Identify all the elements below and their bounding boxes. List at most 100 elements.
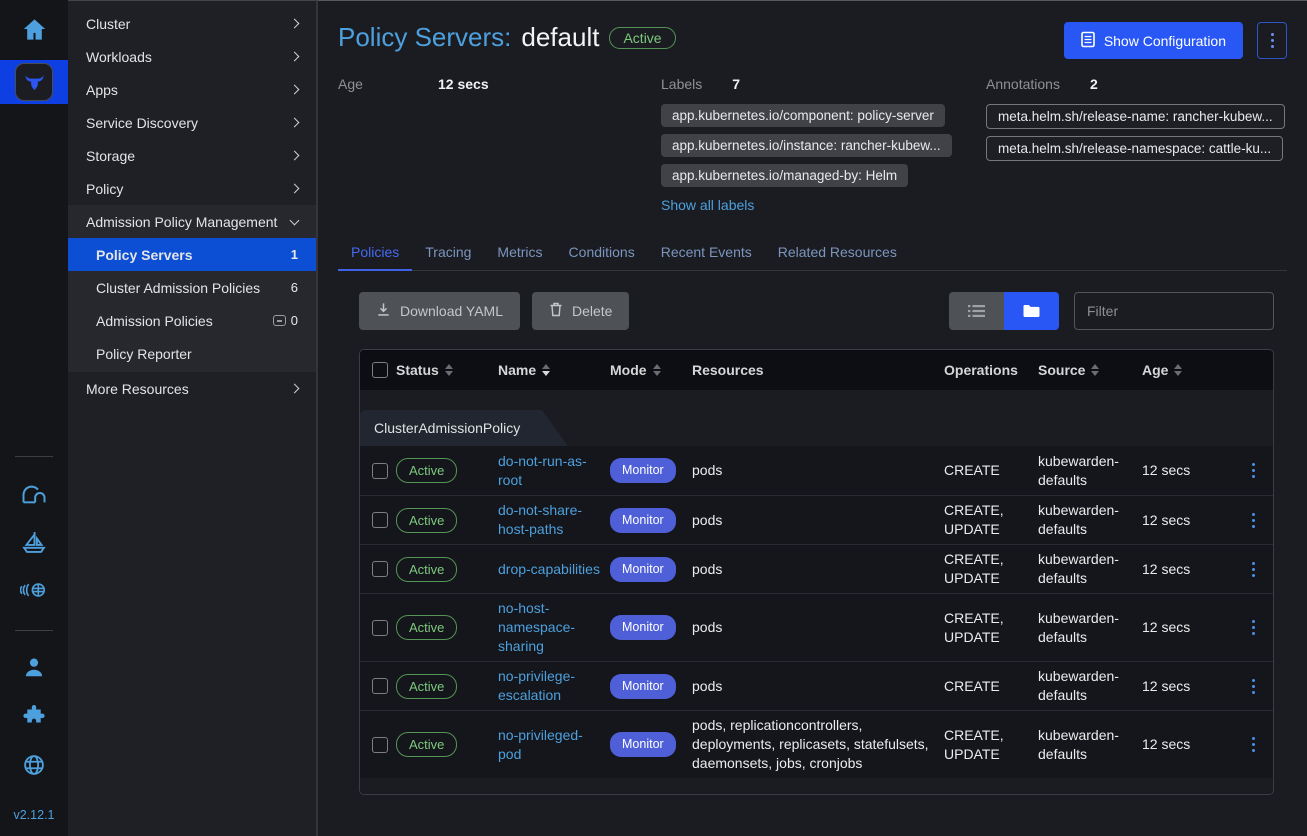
chevron-right-icon: [290, 118, 300, 128]
header-actions: Show Configuration: [1064, 22, 1287, 59]
operations-cell: CREATE: [944, 677, 1038, 696]
sidebar-item-policy-reporter[interactable]: Policy Reporter: [68, 337, 316, 370]
row-checkbox[interactable]: [372, 678, 388, 694]
row-checkbox[interactable]: [372, 561, 388, 577]
policy-name-link[interactable]: no-host-namespace-sharing: [498, 599, 610, 656]
row-actions-kebab[interactable]: [1234, 562, 1272, 577]
sidebar-item-cluster[interactable]: Cluster: [68, 7, 316, 40]
operations-cell: CREATE, UPDATE: [944, 609, 1038, 647]
tab-metrics[interactable]: Metrics: [484, 235, 555, 270]
source-cell: kubewarden-defaults: [1038, 550, 1142, 588]
sidebar-item-apps[interactable]: Apps: [68, 73, 316, 106]
tab-related-resources[interactable]: Related Resources: [765, 235, 910, 270]
sidebar-nav: Cluster Workloads Apps Service Discovery…: [68, 0, 318, 836]
show-configuration-button[interactable]: Show Configuration: [1064, 22, 1243, 59]
policy-name-link[interactable]: no-privileged-pod: [498, 726, 610, 764]
row-status-badge: Active: [396, 674, 457, 699]
column-header-source[interactable]: Source: [1038, 362, 1142, 378]
count-badge: 1: [291, 247, 298, 262]
sidebar-item-policy[interactable]: Policy: [68, 172, 316, 205]
row-actions-kebab[interactable]: [1234, 513, 1272, 528]
trash-icon: [549, 302, 563, 320]
row-checkbox[interactable]: [372, 463, 388, 479]
delete-button[interactable]: Delete: [532, 292, 629, 330]
grouped-view-icon[interactable]: [1004, 292, 1059, 330]
mode-badge: Monitor: [610, 458, 676, 483]
filter-input[interactable]: [1074, 292, 1274, 330]
age-cell: 12 secs: [1142, 511, 1234, 530]
column-header-name[interactable]: Name: [498, 362, 610, 378]
sidebar-item-storage[interactable]: Storage: [68, 139, 316, 172]
show-all-labels-link[interactable]: Show all labels: [661, 197, 754, 213]
policy-name-link[interactable]: no-privilege-escalation: [498, 667, 610, 705]
detail-summary: Age 12 secs Labels 7 app.kubernetes.io/c…: [338, 76, 1287, 215]
cluster-rancher-icon[interactable]: [20, 480, 48, 511]
row-checkbox[interactable]: [372, 512, 388, 528]
resources-cell: pods: [692, 511, 944, 530]
row-actions-kebab[interactable]: [1234, 463, 1272, 478]
sidebar-item-cluster-admission-policies[interactable]: Cluster Admission Policies 6: [68, 271, 316, 304]
cluster-swirl-icon[interactable]: [20, 578, 48, 607]
source-cell: kubewarden-defaults: [1038, 501, 1142, 539]
select-all-checkbox[interactable]: [372, 362, 388, 378]
sidebar-item-workloads[interactable]: Workloads: [68, 40, 316, 73]
sidebar-item-more-resources[interactable]: More Resources: [68, 372, 316, 405]
label-chip: app.kubernetes.io/instance: rancher-kube…: [661, 134, 952, 157]
cluster-harvester-icon[interactable]: [20, 529, 48, 560]
operations-cell: CREATE, UPDATE: [944, 726, 1038, 764]
row-checkbox[interactable]: [372, 620, 388, 636]
tab-policies[interactable]: Policies: [338, 235, 412, 270]
language-globe-icon[interactable]: [21, 752, 47, 783]
sidebar-item-service-discovery[interactable]: Service Discovery: [68, 106, 316, 139]
sidebar-item-policy-servers[interactable]: Policy Servers 1: [68, 238, 316, 271]
policy-name-link[interactable]: do-not-run-as-root: [498, 452, 610, 490]
operations-cell: CREATE, UPDATE: [944, 550, 1038, 588]
header-actions-kebab[interactable]: [1257, 22, 1287, 59]
mode-badge: Monitor: [610, 732, 676, 757]
tab-bar: Policies Tracing Metrics Conditions Rece…: [338, 235, 1287, 271]
resources-cell: pods: [692, 560, 944, 579]
policy-name-link[interactable]: do-not-share-host-paths: [498, 501, 610, 539]
sidebar-group-header[interactable]: Admission Policy Management: [68, 205, 316, 238]
annotation-chip: meta.helm.sh/release-namespace: cattle-k…: [986, 136, 1283, 161]
sidebar-item-admission-policies[interactable]: Admission Policies 0: [68, 304, 316, 337]
resources-cell: pods: [692, 618, 944, 637]
home-icon[interactable]: [21, 16, 48, 48]
tab-tracing[interactable]: Tracing: [412, 235, 484, 270]
resources-cell: pods: [692, 461, 944, 480]
download-yaml-button[interactable]: Download YAML: [359, 292, 520, 330]
row-actions-kebab[interactable]: [1234, 679, 1272, 694]
icon-rail: v2.12.1: [0, 0, 68, 836]
resource-name-label: default: [521, 22, 599, 53]
source-cell: kubewarden-defaults: [1038, 452, 1142, 490]
policy-name-link[interactable]: drop-capabilities: [498, 560, 610, 579]
sort-icon: [445, 364, 453, 376]
table-row: Active drop-capabilities Monitor pods CR…: [360, 544, 1273, 593]
column-header-resources: Resources: [692, 362, 944, 378]
table-row: Active no-privilege-escalation Monitor p…: [360, 661, 1273, 710]
list-view-icon[interactable]: [949, 292, 1004, 330]
labels-block: Labels 7 app.kubernetes.io/component: po…: [661, 76, 986, 215]
row-actions-kebab[interactable]: [1234, 620, 1272, 635]
chevron-right-icon: [290, 85, 300, 95]
user-icon[interactable]: [21, 654, 47, 685]
extensions-puzzle-icon[interactable]: [21, 703, 47, 734]
column-header-status[interactable]: Status: [396, 362, 498, 378]
row-checkbox[interactable]: [372, 737, 388, 753]
active-app-strip: [0, 60, 68, 104]
row-status-badge: Active: [396, 557, 457, 582]
status-badge: Active: [609, 27, 675, 49]
row-actions-kebab[interactable]: [1234, 737, 1272, 752]
table-row: Active do-not-share-host-paths Monitor p…: [360, 495, 1273, 544]
kubewarden-app-icon[interactable]: [15, 63, 53, 101]
annotations-count: 2: [1090, 76, 1098, 92]
age-label: Age: [338, 76, 438, 215]
group-header-tab: ClusterAdmissionPolicy: [360, 410, 568, 446]
column-header-age[interactable]: Age: [1142, 362, 1234, 378]
table-row: Active no-privileged-pod Monitor pods, r…: [360, 710, 1273, 778]
tab-conditions[interactable]: Conditions: [556, 235, 648, 270]
chevron-right-icon: [290, 52, 300, 62]
tab-recent-events[interactable]: Recent Events: [648, 235, 765, 270]
column-header-mode[interactable]: Mode: [610, 362, 692, 378]
view-toggle: [949, 292, 1059, 330]
